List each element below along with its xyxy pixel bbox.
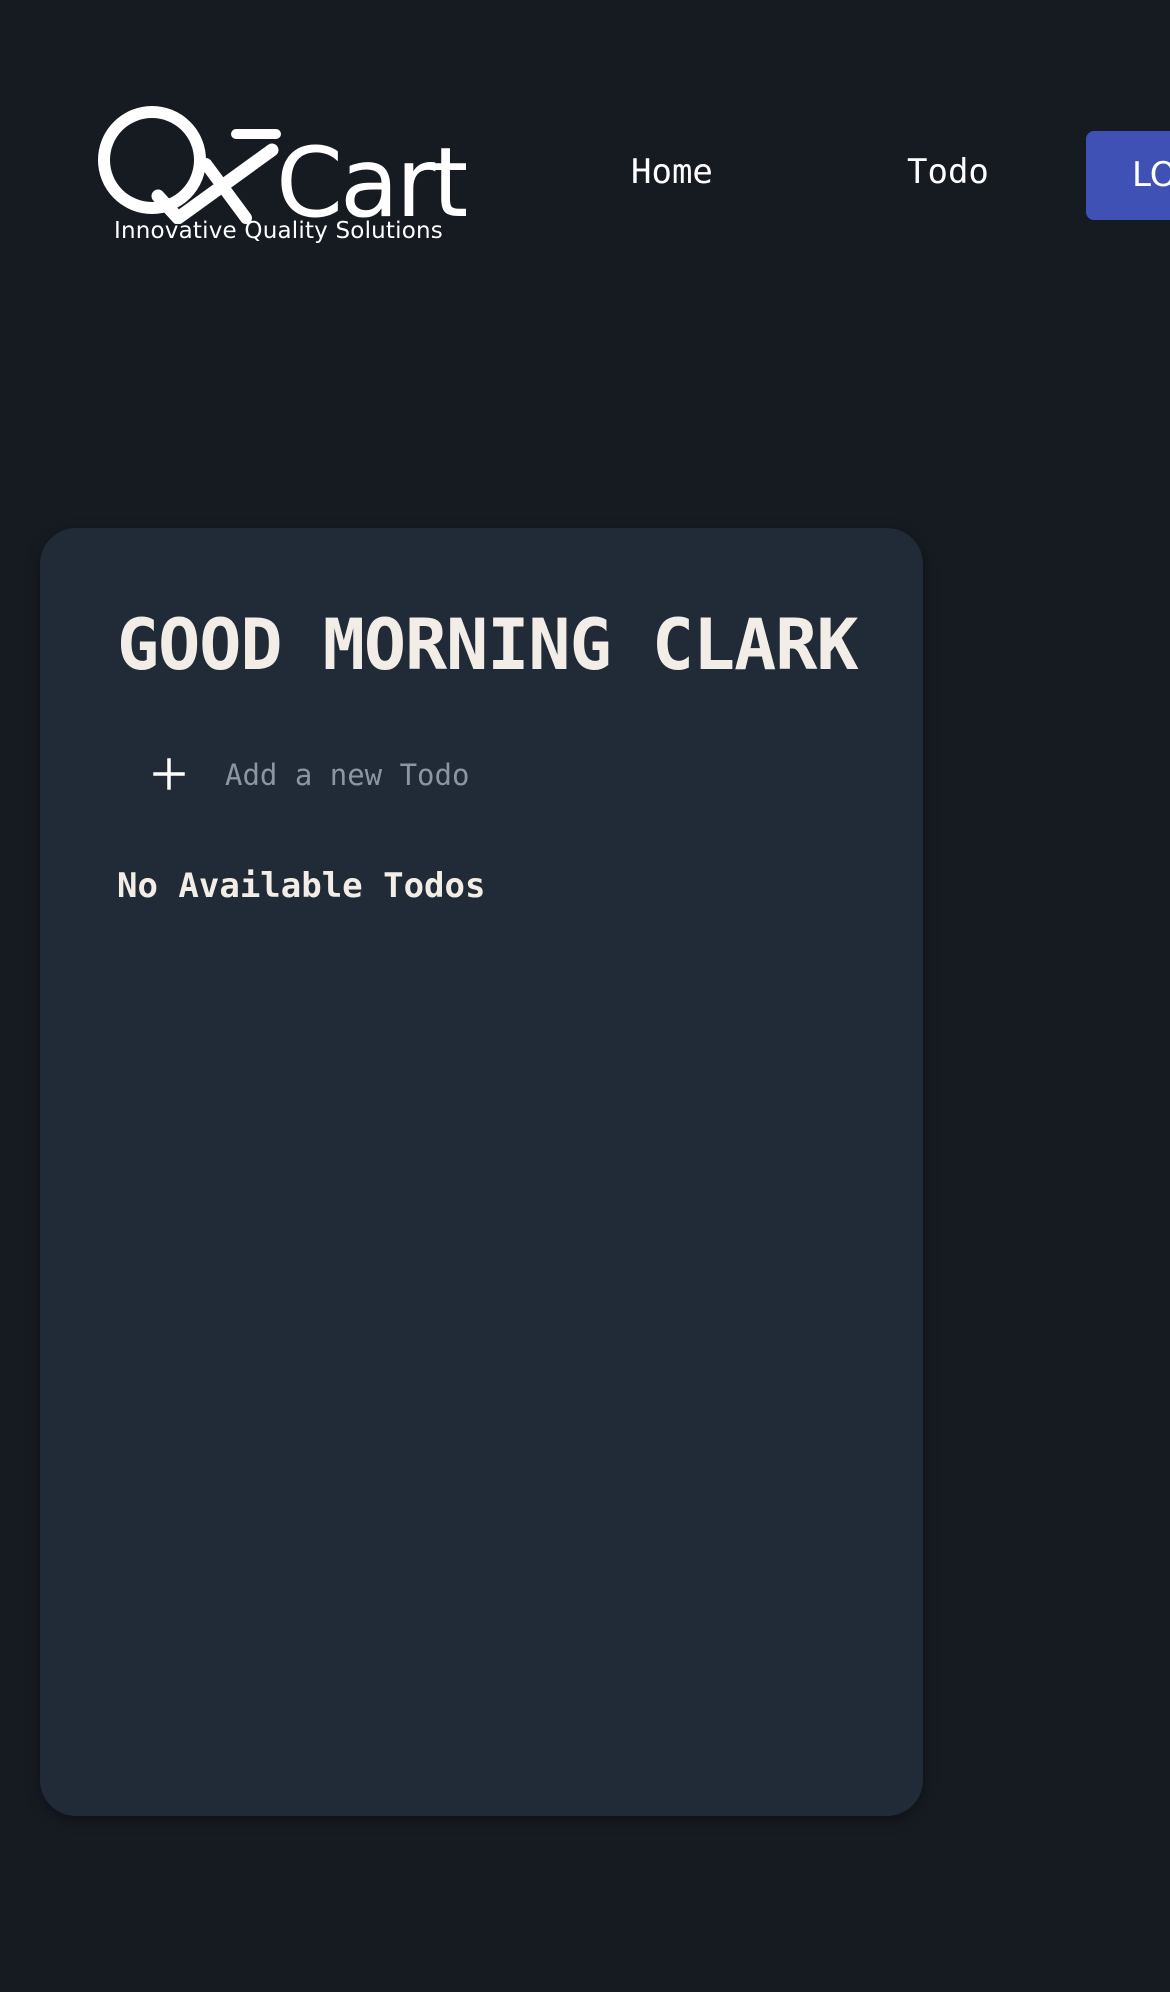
add-todo-row xyxy=(153,750,853,810)
logo-tagline: Innovative Quality Solutions xyxy=(114,218,443,244)
empty-todos-message: No Available Todos xyxy=(117,866,486,906)
nav-home-link[interactable]: Home xyxy=(631,152,713,192)
logout-button[interactable]: LOGOUT xyxy=(1086,131,1170,220)
add-todo-input[interactable] xyxy=(225,750,825,800)
logo[interactable]: Cart Innovative Quality Solutions xyxy=(96,104,466,254)
nav-todo-link[interactable]: Todo xyxy=(907,152,989,192)
page: Cart Innovative Quality Solutions Home T… xyxy=(0,0,1170,1992)
qacart-logo-icon: Cart xyxy=(98,106,466,224)
plus-icon[interactable] xyxy=(153,758,185,790)
svg-text:Cart: Cart xyxy=(276,127,466,224)
greeting-title: GOOD MORNING CLARK xyxy=(117,604,859,686)
todo-card: GOOD MORNING CLARK No Available Todos xyxy=(40,528,923,1816)
